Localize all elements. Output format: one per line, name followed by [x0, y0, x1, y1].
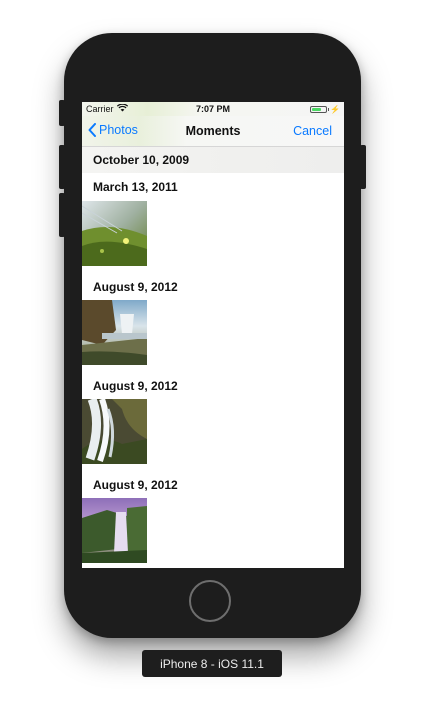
- sticky-section-header: October 10, 2009: [82, 147, 344, 173]
- battery-icon: ⚡: [310, 105, 340, 114]
- section-date: August 9, 2012: [93, 477, 178, 492]
- moment-section: August 9, 2012: [82, 372, 344, 464]
- carrier-label: Carrier: [86, 104, 114, 114]
- section-date: March 13, 2011: [93, 180, 178, 194]
- device-volume-down-button: [59, 193, 65, 237]
- moment-section: March 13, 2011: [82, 173, 344, 266]
- device-volume-up-button: [59, 145, 65, 189]
- photo-thumbnail[interactable]: [82, 201, 147, 266]
- back-button[interactable]: Photos: [88, 123, 138, 137]
- cancel-button[interactable]: Cancel: [293, 124, 332, 138]
- photo-thumbnail[interactable]: [82, 399, 147, 464]
- phone-screen: Carrier 7:07 PM ⚡ Photos Moments Cancel …: [82, 102, 344, 568]
- wifi-icon: [116, 103, 128, 114]
- device-power-button: [360, 145, 366, 189]
- navigation-bar: Photos Moments Cancel: [82, 116, 344, 147]
- charging-bolt-icon: ⚡: [330, 104, 340, 114]
- back-button-label: Photos: [99, 123, 138, 137]
- section-date: August 9, 2012: [93, 279, 178, 294]
- chevron-left-icon: [88, 123, 96, 137]
- status-bar: Carrier 7:07 PM ⚡: [82, 102, 344, 116]
- home-button[interactable]: [189, 580, 231, 622]
- section-date: August 9, 2012: [93, 378, 178, 393]
- device-label: iPhone 8 - iOS 11.1: [142, 650, 282, 677]
- device-mute-switch: [59, 100, 65, 126]
- moment-section: August 9, 2012: [82, 273, 344, 365]
- moment-section: August 9, 2012: [82, 471, 344, 563]
- photo-thumbnail[interactable]: [82, 300, 147, 365]
- photo-thumbnail[interactable]: [82, 498, 147, 563]
